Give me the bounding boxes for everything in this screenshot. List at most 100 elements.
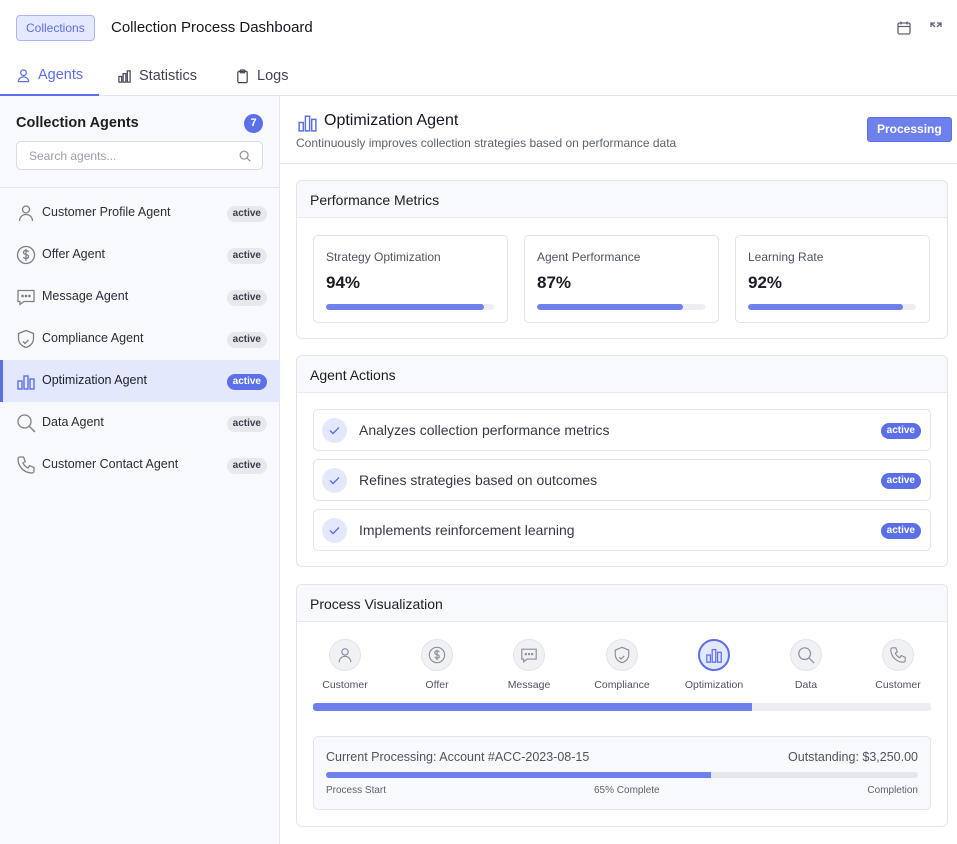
card-title: Agent Actions: [297, 356, 947, 393]
metric-progress-fill: [326, 304, 484, 310]
step-label: Optimization: [684, 679, 744, 691]
metric-value: 92%: [748, 273, 783, 292]
process-step-customer[interactable]: Customer: [300, 639, 390, 691]
agent-name: Offer Agent: [42, 247, 106, 261]
metric-progress-fill: [748, 304, 903, 310]
card-title: Performance Metrics: [297, 181, 947, 218]
metric-progress-bar: [326, 304, 494, 310]
dollar-icon: [16, 245, 36, 265]
sidebar-item-compliance-agent[interactable]: Compliance Agent active: [0, 318, 280, 360]
status-badge: active: [226, 206, 267, 222]
tab-logs[interactable]: Logs: [219, 56, 304, 96]
outstanding-amount: Outstanding: $3,250.00: [788, 750, 918, 764]
process-step-data[interactable]: Data: [761, 639, 851, 691]
phone-icon: [16, 455, 36, 475]
step-label: Customer: [875, 679, 921, 691]
current-processing-panel: Current Processing: Account #ACC-2023-08…: [313, 736, 931, 810]
sidebar-item-offer-agent[interactable]: Offer Agent active: [0, 234, 280, 276]
action-item[interactable]: Refines strategies based on outcomes act…: [313, 459, 931, 501]
process-step-compliance[interactable]: Compliance: [577, 639, 667, 691]
status-badge: active: [880, 523, 921, 539]
performance-metrics-card: Performance Metrics Strategy Optimizatio…: [296, 180, 948, 339]
sidebar-item-message-agent[interactable]: Message Agent active: [0, 276, 280, 318]
metric-card: Learning Rate 92%: [735, 235, 930, 323]
metric-progress-fill: [537, 304, 684, 310]
metric-value: 94%: [326, 273, 361, 292]
sidebar-item-customer-profile-agent[interactable]: Customer Profile Agent active: [0, 192, 280, 234]
action-item[interactable]: Implements reinforcement learning active: [313, 509, 931, 551]
metric-progress-bar: [537, 304, 705, 310]
sidebar-title: Collection Agents: [16, 115, 139, 131]
divider: [280, 163, 957, 164]
agent-description: Continuously improves collection strateg…: [296, 136, 677, 150]
account-progress-fill: [326, 772, 711, 778]
search-input[interactable]: [29, 148, 229, 164]
metric-card: Strategy Optimization 94%: [313, 235, 508, 323]
account-progress-bar: [326, 772, 918, 778]
metric-label: Learning Rate: [748, 250, 824, 264]
agent-name: Message Agent: [42, 289, 129, 303]
agents-sidebar: Collection Agents 7 Customer Profile Age…: [0, 96, 280, 844]
calendar-icon[interactable]: [896, 20, 912, 36]
sidebar-item-optimization-agent[interactable]: Optimization Agent active: [0, 360, 280, 402]
agents-icon: [16, 68, 31, 83]
step-label: Offer: [425, 679, 449, 691]
process-step-customer-contact[interactable]: Customer: [853, 639, 943, 691]
tab-agents[interactable]: Agents: [0, 56, 100, 96]
metric-label: Agent Performance: [537, 250, 641, 264]
action-text: Refines strategies based on outcomes: [359, 472, 598, 488]
phone-icon: [882, 639, 914, 671]
metric-card: Agent Performance 87%: [524, 235, 719, 323]
status-badge: active: [880, 423, 921, 439]
step-label: Message: [507, 679, 551, 691]
step-label: Data: [794, 679, 818, 691]
bar-chart-icon: [698, 639, 730, 671]
shield-icon: [16, 329, 36, 349]
message-icon: [16, 287, 36, 307]
sidebar-item-customer-contact-agent[interactable]: Customer Contact Agent active: [0, 444, 280, 486]
check-icon: [322, 468, 347, 493]
process-step-optimization[interactable]: Optimization: [669, 639, 759, 691]
status-badge: active: [226, 290, 267, 306]
status-badge: active: [226, 248, 267, 264]
expand-icon[interactable]: [928, 20, 944, 36]
agent-name: Customer Profile Agent: [42, 205, 171, 219]
status-badge: active: [226, 374, 267, 390]
status-badge: active: [226, 458, 267, 474]
metric-label: Strategy Optimization: [326, 250, 441, 264]
process-step-offer[interactable]: Offer: [392, 639, 482, 691]
agent-count-badge: 7: [244, 114, 263, 133]
status-badge: active: [880, 473, 921, 489]
action-text: Analyzes collection performance metrics: [359, 422, 610, 438]
step-label: Customer: [322, 679, 368, 691]
current-account-label: Current Processing: Account #ACC-2023-08…: [326, 750, 590, 764]
sidebar-item-data-agent[interactable]: Data Agent active: [0, 402, 280, 444]
progress-complete-label: 65% Complete: [594, 785, 660, 796]
action-text: Implements reinforcement learning: [359, 522, 575, 538]
page-title: Collection Process Dashboard: [111, 19, 313, 36]
process-progress-bar: [313, 703, 931, 711]
process-progress-fill: [313, 703, 752, 711]
tab-statistics[interactable]: Statistics: [101, 56, 213, 96]
step-label: Compliance: [594, 679, 650, 691]
agent-name: Compliance Agent: [42, 331, 144, 345]
process-step-message[interactable]: Message: [484, 639, 574, 691]
tab-label: Agents: [38, 67, 84, 83]
agent-list: Customer Profile Agent active Offer Agen…: [0, 192, 280, 486]
search-icon[interactable]: [238, 149, 252, 163]
brand-badge[interactable]: Collections: [16, 15, 95, 41]
shield-icon: [606, 639, 638, 671]
check-icon: [322, 418, 347, 443]
bar-chart-icon: [16, 371, 36, 391]
tab-label: Logs: [257, 68, 289, 84]
search-icon: [16, 413, 36, 433]
tab-label: Statistics: [139, 68, 198, 84]
action-item[interactable]: Analyzes collection performance metrics …: [313, 409, 931, 451]
progress-start-label: Process Start: [326, 785, 387, 796]
agent-name: Data Agent: [42, 415, 104, 429]
metric-progress-bar: [748, 304, 916, 310]
agent-name: Customer Contact Agent: [42, 457, 179, 471]
card-title: Process Visualization: [297, 585, 947, 622]
tab-bar: Agents Statistics Logs: [0, 56, 957, 96]
bar-chart-icon: [297, 112, 318, 133]
